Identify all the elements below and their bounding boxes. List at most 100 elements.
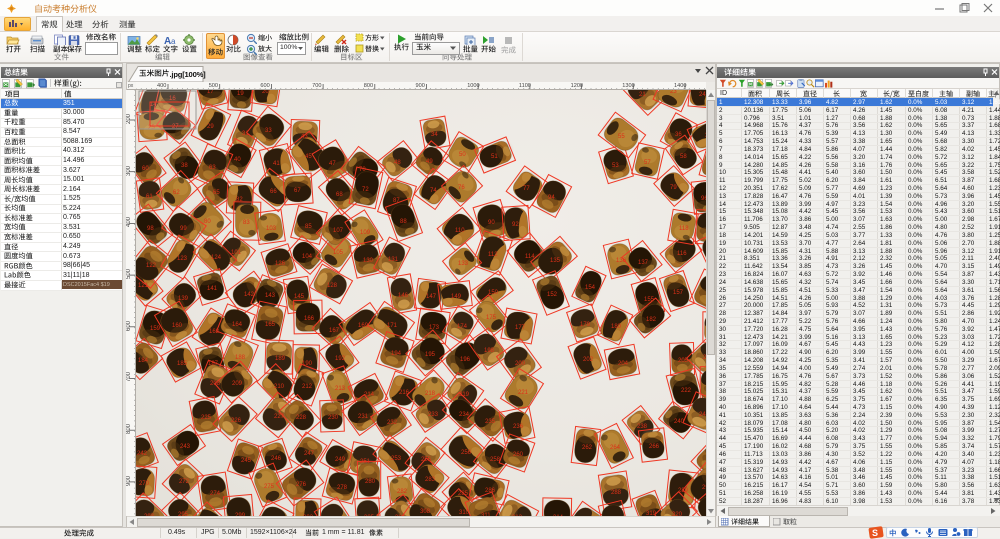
svg-text:154: 154 bbox=[585, 285, 596, 291]
svg-text:195: 195 bbox=[425, 352, 436, 358]
svg-text:180: 180 bbox=[611, 324, 622, 330]
svg-text:157: 157 bbox=[673, 290, 684, 296]
svg-text:228: 228 bbox=[296, 415, 307, 421]
svg-text:116: 116 bbox=[677, 251, 687, 257]
svg-text:162: 162 bbox=[209, 329, 220, 335]
svg-text:131: 131 bbox=[388, 257, 399, 263]
svg-text:23: 23 bbox=[670, 90, 677, 95]
svg-text:179: 179 bbox=[580, 322, 591, 328]
svg-text:234: 234 bbox=[459, 412, 470, 418]
svg-text:105: 105 bbox=[333, 250, 344, 256]
svg-text:255: 255 bbox=[421, 457, 432, 463]
svg-text:230: 230 bbox=[328, 415, 339, 421]
svg-text:123: 123 bbox=[177, 256, 188, 262]
svg-text:245: 245 bbox=[241, 458, 252, 464]
svg-text:198: 198 bbox=[484, 348, 495, 354]
svg-text:24: 24 bbox=[699, 92, 706, 98]
svg-text:249: 249 bbox=[335, 457, 346, 463]
svg-text:99: 99 bbox=[180, 226, 187, 232]
svg-text:98: 98 bbox=[147, 226, 154, 232]
svg-text:210: 210 bbox=[274, 384, 285, 390]
svg-text:63: 63 bbox=[209, 165, 216, 171]
svg-text:280: 280 bbox=[365, 479, 376, 485]
svg-text:231: 231 bbox=[358, 414, 369, 420]
svg-text:221: 221 bbox=[518, 390, 529, 396]
svg-text:135: 135 bbox=[550, 258, 561, 264]
svg-text:258: 258 bbox=[490, 457, 501, 463]
svg-text:192: 192 bbox=[335, 356, 346, 362]
svg-text:165: 165 bbox=[265, 322, 276, 328]
svg-text:286: 286 bbox=[485, 488, 496, 494]
svg-text:233: 233 bbox=[428, 412, 439, 418]
svg-text:232: 232 bbox=[387, 420, 398, 426]
svg-text:262: 262 bbox=[582, 445, 593, 451]
svg-text:177: 177 bbox=[515, 325, 526, 331]
svg-text:40: 40 bbox=[234, 157, 241, 163]
svg-text:155: 155 bbox=[644, 297, 655, 303]
svg-text:118: 118 bbox=[679, 226, 689, 232]
svg-text:209: 209 bbox=[232, 381, 243, 387]
svg-text:145: 145 bbox=[294, 294, 305, 300]
svg-text:150: 150 bbox=[488, 290, 499, 296]
svg-text:107: 107 bbox=[333, 228, 344, 234]
svg-text:202: 202 bbox=[583, 357, 594, 363]
svg-text:169: 169 bbox=[358, 323, 369, 329]
svg-text:188: 188 bbox=[235, 355, 246, 361]
svg-text:213: 213 bbox=[335, 386, 346, 392]
svg-text:139: 139 bbox=[178, 296, 189, 302]
svg-text:72: 72 bbox=[362, 187, 369, 193]
svg-text:160: 160 bbox=[172, 323, 183, 329]
svg-text:34: 34 bbox=[431, 132, 438, 138]
svg-text:65: 65 bbox=[213, 190, 220, 196]
svg-text:272: 272 bbox=[179, 479, 190, 485]
svg-text:45: 45 bbox=[305, 154, 312, 160]
svg-text:189: 189 bbox=[275, 356, 286, 362]
svg-text:S: S bbox=[872, 528, 878, 538]
svg-text:94: 94 bbox=[548, 195, 555, 201]
svg-text:48: 48 bbox=[394, 160, 401, 166]
svg-text:282: 282 bbox=[397, 489, 408, 495]
svg-text:43: 43 bbox=[301, 134, 308, 140]
svg-text:175: 175 bbox=[486, 315, 497, 321]
svg-text:190: 190 bbox=[302, 361, 313, 367]
svg-text:77: 77 bbox=[523, 186, 530, 192]
svg-text:247: 247 bbox=[304, 451, 315, 457]
svg-text:166: 166 bbox=[304, 316, 315, 322]
svg-text:62: 62 bbox=[173, 190, 180, 196]
svg-text:103: 103 bbox=[266, 226, 277, 232]
svg-text:218: 218 bbox=[425, 391, 436, 397]
svg-text:149: 149 bbox=[451, 294, 462, 300]
svg-text:208: 208 bbox=[210, 381, 221, 387]
svg-text:216: 216 bbox=[399, 390, 410, 396]
svg-text:173: 173 bbox=[429, 325, 440, 331]
svg-text:60: 60 bbox=[142, 166, 149, 172]
svg-text:240: 240 bbox=[674, 419, 685, 425]
svg-text:288: 288 bbox=[611, 490, 622, 496]
svg-text:128: 128 bbox=[327, 283, 338, 289]
svg-text:242: 242 bbox=[137, 451, 148, 457]
svg-text:121: 121 bbox=[138, 283, 149, 289]
svg-text:227: 227 bbox=[274, 414, 285, 420]
svg-text:104: 104 bbox=[302, 254, 313, 260]
svg-text:124: 124 bbox=[211, 255, 222, 261]
svg-text:274: 274 bbox=[210, 491, 221, 497]
svg-text:256: 256 bbox=[461, 450, 472, 456]
svg-text:21: 21 bbox=[639, 92, 646, 98]
svg-text:143: 143 bbox=[265, 293, 276, 299]
svg-text:88: 88 bbox=[400, 219, 407, 225]
svg-text:41: 41 bbox=[273, 161, 280, 167]
svg-text:61: 61 bbox=[146, 194, 153, 200]
svg-text:147: 147 bbox=[426, 294, 437, 300]
svg-text:57: 57 bbox=[644, 160, 651, 166]
svg-text:33: 33 bbox=[265, 128, 272, 134]
svg-text:112: 112 bbox=[488, 252, 498, 258]
svg-text:85: 85 bbox=[305, 224, 312, 230]
svg-text:212: 212 bbox=[302, 384, 313, 390]
svg-text:253: 253 bbox=[391, 456, 402, 462]
svg-text:50: 50 bbox=[459, 152, 466, 158]
svg-text:159: 159 bbox=[150, 326, 161, 332]
svg-text:53: 53 bbox=[612, 163, 619, 169]
svg-text:110: 110 bbox=[455, 228, 465, 234]
svg-text:251: 251 bbox=[360, 459, 371, 465]
svg-text:31: 31 bbox=[242, 131, 249, 137]
